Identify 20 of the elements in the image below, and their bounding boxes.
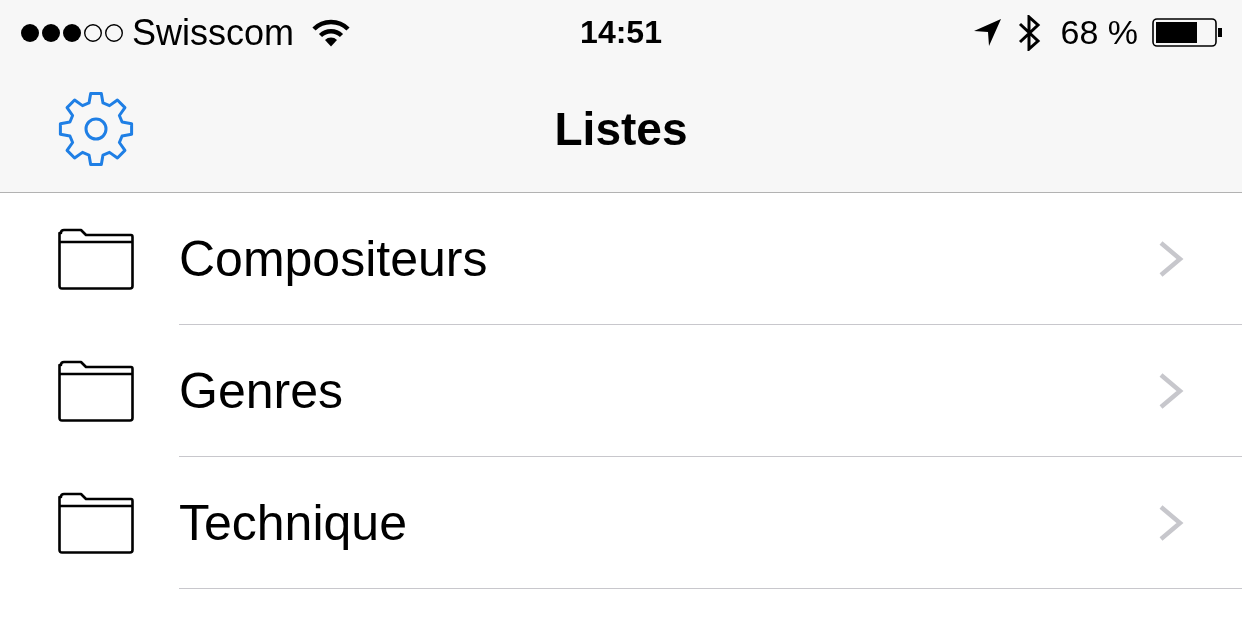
list-item[interactable]: Genres [0,325,1242,457]
chevron-right-icon [1158,371,1184,410]
list-item[interactable]: Compositeurs [0,193,1242,325]
folder-icon [58,360,134,422]
folder-icon [58,228,134,290]
signal-strength-icon [20,22,124,43]
folder-icon [58,492,134,554]
screen-title: Listes [554,101,688,156]
chevron-right-icon [1158,239,1184,278]
bluetooth-icon [1017,14,1041,51]
carrier-name: Swisscom [132,11,295,54]
settings-icon [57,89,135,168]
battery-percentage: 68 % [1060,13,1138,52]
clock-time: 14:51 [580,14,662,51]
chevron-right-icon [1158,503,1184,542]
list-item[interactable]: Technique [0,457,1242,589]
settings-button[interactable] [57,89,135,168]
battery-icon [1152,18,1222,47]
location-arrow-icon [973,19,1001,46]
wifi-icon [312,18,351,47]
